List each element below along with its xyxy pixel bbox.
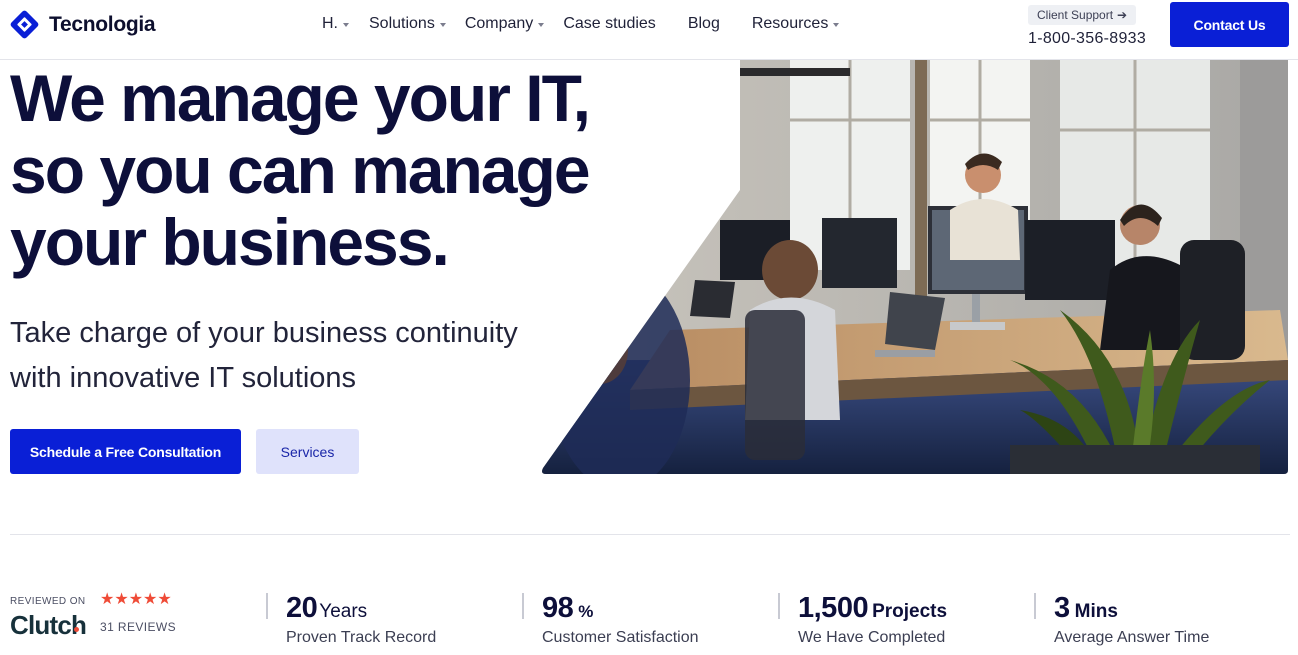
stat-label: Proven Track Record xyxy=(286,629,437,646)
main-nav: H. Solutions Company Case studies Blog R… xyxy=(322,15,840,33)
clutch-logo: Clutch xyxy=(10,610,87,640)
services-button[interactable]: Services xyxy=(256,429,359,474)
chevron-down-icon xyxy=(833,22,840,27)
hero-subtitle: Take charge of your business continuity … xyxy=(10,311,610,401)
nav-item-label: Case studies xyxy=(563,15,656,32)
hero-subtitle-line: Take charge of your business continuity xyxy=(10,317,518,349)
stat-label: Customer Satisfaction xyxy=(542,629,699,646)
reviewed-on-label: REVIEWED ON xyxy=(10,596,86,607)
stat-unit: Years xyxy=(319,601,368,622)
nav-item-blog[interactable]: Blog xyxy=(688,15,720,33)
stat-number: 3 xyxy=(1054,592,1070,624)
brand-name: Tecnologia xyxy=(49,12,156,36)
stat-value: 20 Years xyxy=(286,591,436,629)
stat-label: We Have Completed xyxy=(798,629,946,646)
stat-answer-time: 3 Mins Average Answer Time xyxy=(1034,591,1209,649)
clutch-logo-dot xyxy=(74,627,79,632)
rating-stars-icon: ★★★★★ xyxy=(100,591,172,608)
support-phone[interactable]: 1-800-356-8933 xyxy=(1028,30,1146,48)
hero-subtitle-line: with innovative IT solutions xyxy=(10,362,357,394)
stat-divider xyxy=(1034,593,1036,619)
nav-item-resources[interactable]: Resources xyxy=(751,15,840,33)
section-divider xyxy=(10,534,1290,535)
stat-divider xyxy=(522,593,524,619)
stat-number: 98 xyxy=(542,592,574,624)
clutch-reviews-count: 31 REVIEWS xyxy=(100,620,177,634)
chevron-down-icon xyxy=(439,22,446,27)
nav-item-case-studies[interactable]: Case studies xyxy=(563,15,656,33)
client-support: Client Support ➔ 1-800-356-8933 xyxy=(1028,5,1146,48)
stat-projects: 1,500 Projects We Have Completed xyxy=(778,591,947,649)
nav-item-home[interactable]: H. xyxy=(322,15,349,33)
stat-unit: % xyxy=(578,602,594,621)
stat-label: Average Answer Time xyxy=(1054,629,1210,646)
stat-unit: Projects xyxy=(872,601,948,622)
nav-item-label: Company xyxy=(464,15,534,32)
stat-divider xyxy=(266,593,268,619)
stat-value: 98% xyxy=(542,591,699,629)
client-support-link[interactable]: Client Support ➔ xyxy=(1028,5,1137,25)
clutch-badge[interactable]: REVIEWED ON ★★★★★ Clutch 31 REVIEWS xyxy=(10,591,220,642)
stat-years: 20 Years Proven Track Record xyxy=(266,591,436,649)
contact-us-button[interactable]: Contact Us xyxy=(1170,2,1289,47)
nav-item-label: Resources xyxy=(751,15,829,32)
site-header: Tecnologia H. Solutions Company Case stu… xyxy=(0,0,1298,60)
stat-unit: Mins xyxy=(1074,601,1118,622)
stat-number: 1,500 xyxy=(798,592,869,624)
stat-value: 3 Mins xyxy=(1054,591,1209,629)
diamond-logo-icon xyxy=(10,10,39,39)
chevron-down-icon xyxy=(343,22,349,27)
stat-satisfaction: 98% Customer Satisfaction xyxy=(522,591,699,649)
office-team-photo xyxy=(542,60,1288,474)
stat-divider xyxy=(778,593,780,619)
logo-link[interactable]: Tecnologia xyxy=(9,9,156,40)
stat-number: 20 xyxy=(286,592,318,624)
arrow-right-icon: ➔ xyxy=(1117,8,1128,22)
stat-value: 1,500 Projects xyxy=(798,591,947,629)
nav-item-company[interactable]: Company xyxy=(464,15,545,33)
nav-item-label: Blog xyxy=(687,15,720,32)
chevron-down-icon xyxy=(538,22,545,27)
nav-item-label: H. xyxy=(322,15,338,32)
schedule-consultation-button[interactable]: Schedule a Free Consultation xyxy=(10,429,241,474)
nav-item-solutions[interactable]: Solutions xyxy=(369,15,446,33)
nav-item-label: Solutions xyxy=(369,15,435,32)
client-support-label: Client Support xyxy=(1037,8,1114,22)
